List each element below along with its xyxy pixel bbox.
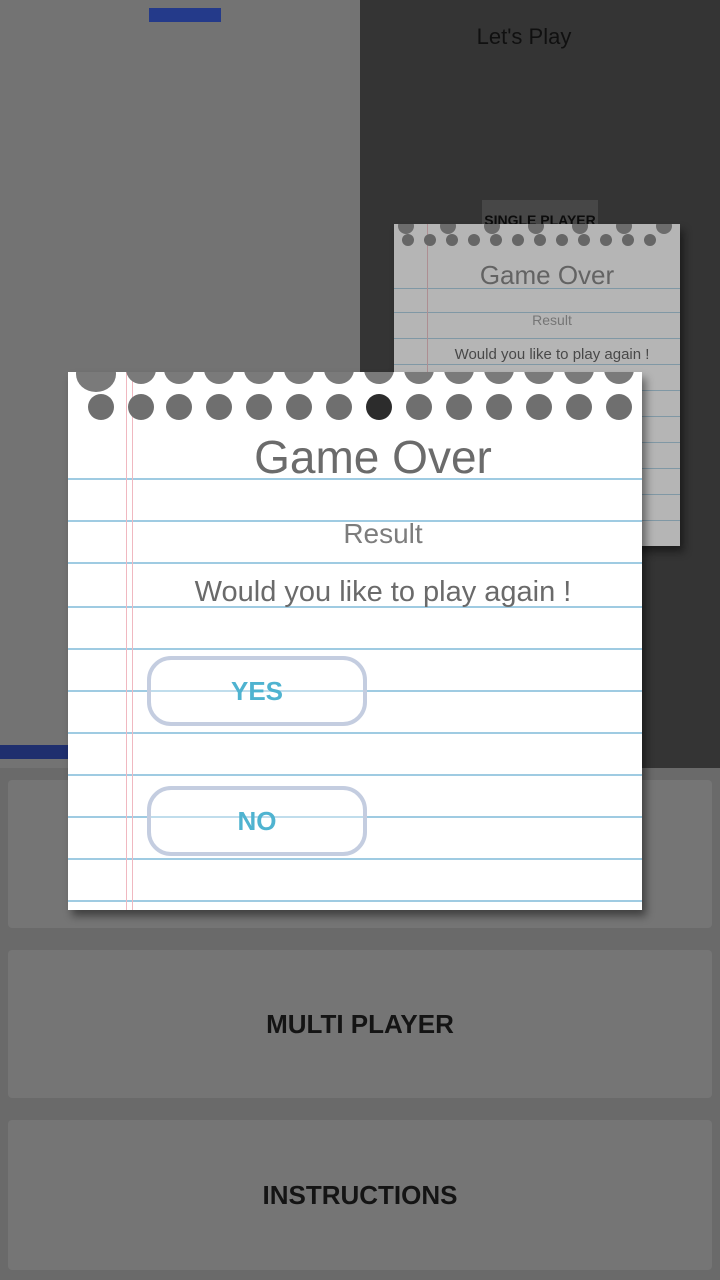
indicator-bar: [149, 8, 221, 22]
dialog-result: Result: [343, 518, 423, 549]
dialog-question: Would you like to play again !: [194, 576, 572, 608]
no-button[interactable]: NO: [147, 786, 367, 856]
header-title: Let's Play: [476, 24, 572, 49]
multi-player-button[interactable]: MULTI PLAYER: [8, 950, 712, 1098]
indicator-bar-left: [0, 745, 70, 759]
dialog-title: Game Over: [254, 431, 492, 483]
instructions-button[interactable]: INSTRUCTIONS: [8, 1120, 712, 1270]
yes-button[interactable]: YES: [147, 656, 367, 726]
